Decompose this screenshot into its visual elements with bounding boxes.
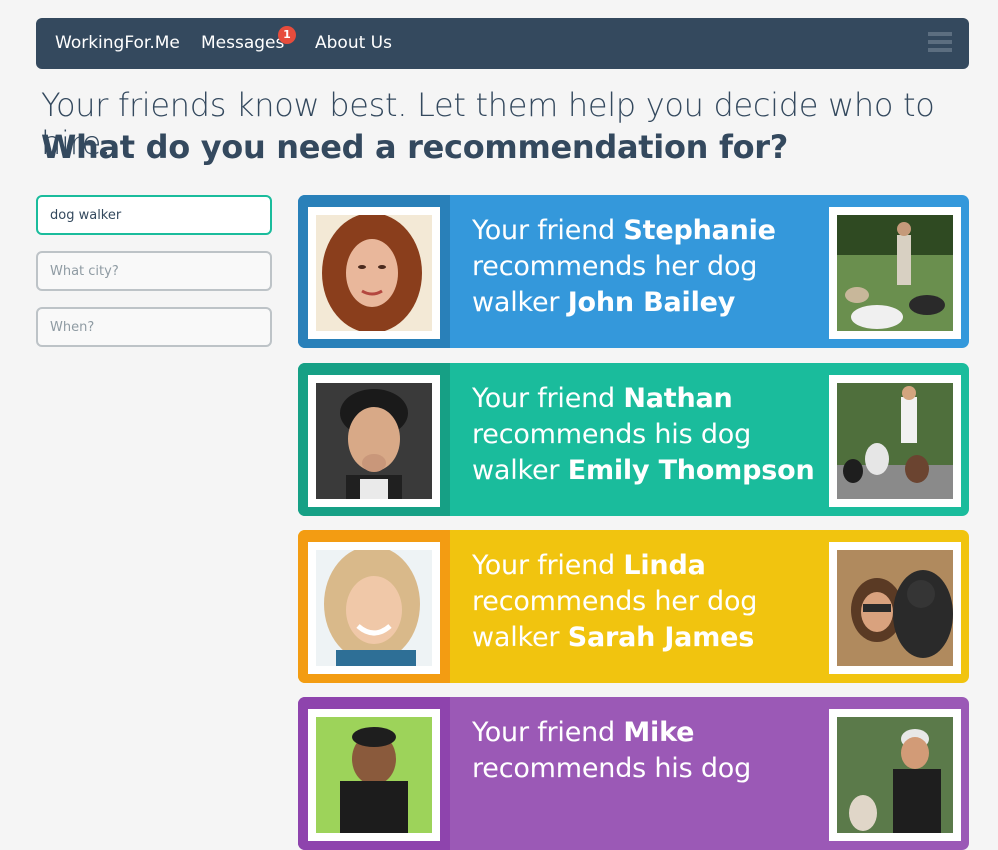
- service-input[interactable]: [36, 195, 272, 235]
- walker-photo: [829, 375, 961, 507]
- city-input[interactable]: [36, 251, 272, 291]
- walker-photo: [829, 542, 961, 674]
- when-input[interactable]: [36, 307, 272, 347]
- messages-link[interactable]: Messages: [201, 18, 284, 69]
- about-us-link[interactable]: About Us: [315, 18, 392, 69]
- recommendation-text: Your friend Nathan recommends his dog wa…: [472, 383, 815, 486]
- recommendation-card[interactable]: Your friend Linda recommends her dog wal…: [298, 530, 969, 683]
- recommendation-card[interactable]: Your friend Mike recommends his dog: [298, 697, 969, 850]
- recommendation-card[interactable]: Your friend Nathan recommends his dog wa…: [298, 363, 969, 516]
- friend-name: Stephanie: [623, 215, 776, 246]
- friend-name: Linda: [623, 550, 706, 581]
- walker-name: Sarah James: [567, 622, 755, 653]
- recommendation-text: Your friend Stephanie recommends her dog…: [472, 215, 776, 318]
- messages-badge: 1: [278, 26, 296, 44]
- friend-name: Nathan: [623, 383, 733, 414]
- friend-name: Mike: [623, 717, 695, 748]
- recommendation-text: Your friend Mike recommends his dog: [472, 717, 752, 784]
- top-navbar: WorkingFor.Me Messages 1 About Us: [36, 18, 969, 69]
- page-subheadline: What do you need a recommendation for?: [41, 128, 789, 166]
- friend-photo: [308, 542, 440, 674]
- recommendation-card[interactable]: Your friend Stephanie recommends her dog…: [298, 195, 969, 348]
- brand-link[interactable]: WorkingFor.Me: [55, 18, 180, 69]
- walker-name: Emily Thompson: [567, 455, 815, 486]
- friend-photo: [308, 375, 440, 507]
- walker-name: John Bailey: [567, 287, 736, 318]
- menu-icon[interactable]: [928, 32, 952, 54]
- walker-photo: [829, 709, 961, 841]
- recommendation-text: Your friend Linda recommends her dog wal…: [472, 550, 758, 653]
- friend-photo: [308, 709, 440, 841]
- walker-photo: [829, 207, 961, 339]
- friend-photo: [308, 207, 440, 339]
